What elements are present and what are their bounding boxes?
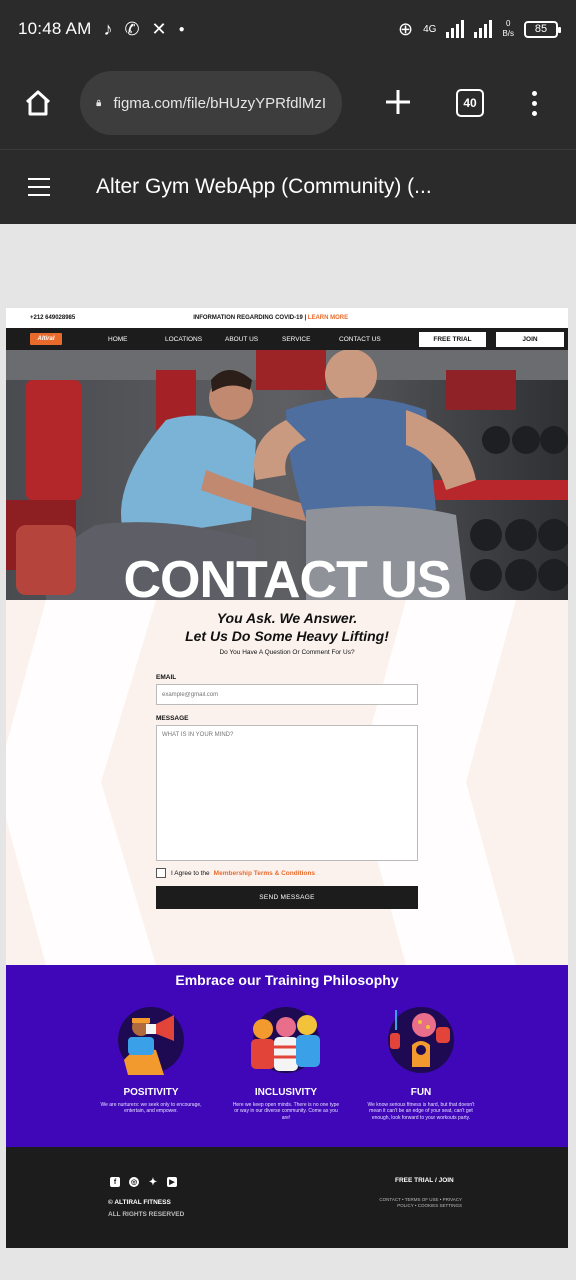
pillar-positivity-desc: We are nurturers: we seek only to encour… bbox=[100, 1102, 202, 1115]
terms-link[interactable]: Membership Terms & Conditions bbox=[214, 870, 315, 877]
nav-link-service[interactable]: SERVICE bbox=[282, 336, 339, 343]
nav-link-home[interactable]: HOME bbox=[108, 336, 165, 343]
megaphone-illustration-icon bbox=[118, 1007, 184, 1075]
contact-heading-1: You Ask. We Answer. bbox=[216, 610, 358, 626]
figma-canvas[interactable]: +212 649028985 INFORMATION REGARDING COV… bbox=[0, 224, 576, 1280]
agree-text: I Agree to the bbox=[171, 869, 210, 877]
nav-link-about[interactable]: ABOUT US bbox=[225, 336, 282, 343]
pillar-inclusivity-desc: Here we keep open minds. There is no one… bbox=[232, 1102, 340, 1121]
network-type: 4G bbox=[423, 23, 437, 35]
group-illustration-icon bbox=[251, 1007, 320, 1073]
send-message-button[interactable]: SEND MESSAGE bbox=[156, 886, 418, 909]
philosophy-title: Embrace our Training Philosophy bbox=[175, 972, 399, 988]
home-icon bbox=[25, 90, 51, 116]
covid-text: INFORMATION REGARDING COVID-19 | bbox=[193, 315, 307, 321]
overflow-menu-button[interactable] bbox=[532, 90, 537, 116]
design-frame[interactable]: +212 649028985 INFORMATION REGARDING COV… bbox=[6, 308, 568, 1248]
whatsapp-icon: ✆ bbox=[124, 18, 140, 39]
free-trial-button[interactable]: FREE TRIAL bbox=[418, 331, 487, 348]
add-circle-icon: ⊕ bbox=[398, 18, 414, 39]
status-bar: 10:48 AM ♪ ✆ ✕ ● ⊕ 4G 0 B/s 85 bbox=[0, 0, 576, 58]
signal-2-icon bbox=[474, 20, 493, 38]
plus-icon bbox=[386, 90, 410, 114]
site-logo[interactable]: Altiral bbox=[30, 333, 62, 345]
x-icon: ✕ bbox=[151, 18, 167, 39]
figma-title-bar: Alter Gym WebApp (Community) (... bbox=[0, 149, 576, 224]
tab-count: 40 bbox=[463, 96, 477, 110]
facebook-icon[interactable]: f bbox=[110, 1177, 120, 1187]
lock-icon bbox=[96, 99, 102, 107]
terms-checkbox[interactable] bbox=[156, 868, 166, 878]
home-button[interactable] bbox=[18, 83, 58, 123]
email-label: EMAIL bbox=[156, 674, 177, 681]
site-footer: f ◎ ✦ ▶ © ALTIRAL FITNESS ALL RIGHTS RES… bbox=[6, 1147, 568, 1248]
social-links: f ◎ ✦ ▶ bbox=[110, 1177, 177, 1188]
covid-info: INFORMATION REGARDING COVID-19 | LEARN M… bbox=[193, 315, 348, 321]
top-info-bar: +212 649028985 INFORMATION REGARDING COV… bbox=[6, 308, 568, 328]
pillar-positivity-title: POSITIVITY bbox=[123, 1087, 179, 1098]
join-button[interactable]: JOIN bbox=[495, 331, 565, 348]
tab-switcher-button[interactable]: 40 bbox=[456, 89, 484, 117]
hamburger-menu-icon[interactable] bbox=[28, 178, 50, 196]
footer-free-trial-join-link[interactable]: FREE TRIAL / JOIN bbox=[395, 1177, 454, 1184]
battery-icon: 85 bbox=[524, 20, 561, 38]
learn-more-link[interactable]: LEARN MORE bbox=[308, 315, 348, 321]
pillar-fun: FUN We know serious fitness is hard, but… bbox=[366, 1005, 476, 1121]
data-speed: 0 B/s bbox=[502, 18, 514, 38]
philosophy-section: Embrace our Training Philosophy POSITIVI… bbox=[6, 965, 568, 1147]
hero-banner: CONTACT US bbox=[6, 350, 568, 600]
pillar-inclusivity-title: INCLUSIVITY bbox=[254, 1087, 318, 1098]
url-text: figma.com/file/bHUzyYPRfdlMzI bbox=[113, 94, 326, 112]
phone-number: +212 649028985 bbox=[30, 315, 76, 321]
youtube-icon[interactable]: ▶ bbox=[167, 1177, 177, 1187]
pillar-positivity: POSITIVITY We are nurturers: we seek onl… bbox=[96, 1005, 206, 1115]
file-title: Alter Gym WebApp (Community) (... bbox=[96, 175, 432, 198]
contact-subheading: Do You Have A Question Or Comment For Us… bbox=[219, 649, 355, 656]
browser-toolbar: figma.com/file/bHUzyYPRfdlMzI 40 bbox=[0, 58, 576, 148]
tiktok-icon: ♪ bbox=[103, 18, 113, 39]
email-field[interactable] bbox=[156, 684, 418, 705]
message-field[interactable] bbox=[156, 725, 418, 861]
pillar-fun-title: FUN bbox=[410, 1087, 432, 1098]
copyright: © ALTIRAL FITNESS bbox=[108, 1199, 171, 1206]
instagram-icon[interactable]: ◎ bbox=[129, 1177, 139, 1187]
nav-link-locations[interactable]: LOCATIONS bbox=[165, 336, 225, 343]
signal-icon bbox=[446, 20, 465, 38]
hero-title: CONTACT US bbox=[123, 551, 451, 600]
terms-agreement: I Agree to the Membership Terms & Condit… bbox=[156, 868, 315, 878]
clock: 10:48 AM bbox=[18, 19, 92, 38]
message-label: MESSAGE bbox=[156, 715, 189, 722]
twitter-icon[interactable]: ✦ bbox=[148, 1177, 158, 1188]
dot-icon: ● bbox=[178, 23, 185, 35]
nav-link-contact[interactable]: CONTACT US bbox=[339, 336, 396, 343]
all-rights-reserved: ALL RIGHTS RESERVED bbox=[108, 1211, 185, 1218]
contact-heading-2: Let Us Do Some Heavy Lifting! bbox=[185, 628, 389, 644]
new-tab-button[interactable] bbox=[380, 85, 416, 121]
contact-section: You Ask. We Answer. Let Us Do Some Heavy… bbox=[6, 600, 568, 965]
address-bar[interactable]: figma.com/file/bHUzyYPRfdlMzI bbox=[80, 71, 342, 135]
pillar-fun-desc: We know serious fitness is hard, but tha… bbox=[367, 1102, 475, 1121]
battery-level: 85 bbox=[534, 23, 548, 35]
party-illustration-icon bbox=[388, 1007, 454, 1073]
footer-legal-links[interactable]: CONTACT • TERMS OF USE • PRIVACY POLICY … bbox=[366, 1197, 462, 1209]
pillar-inclusivity: INCLUSIVITY Here we keep open minds. The… bbox=[231, 1005, 341, 1121]
